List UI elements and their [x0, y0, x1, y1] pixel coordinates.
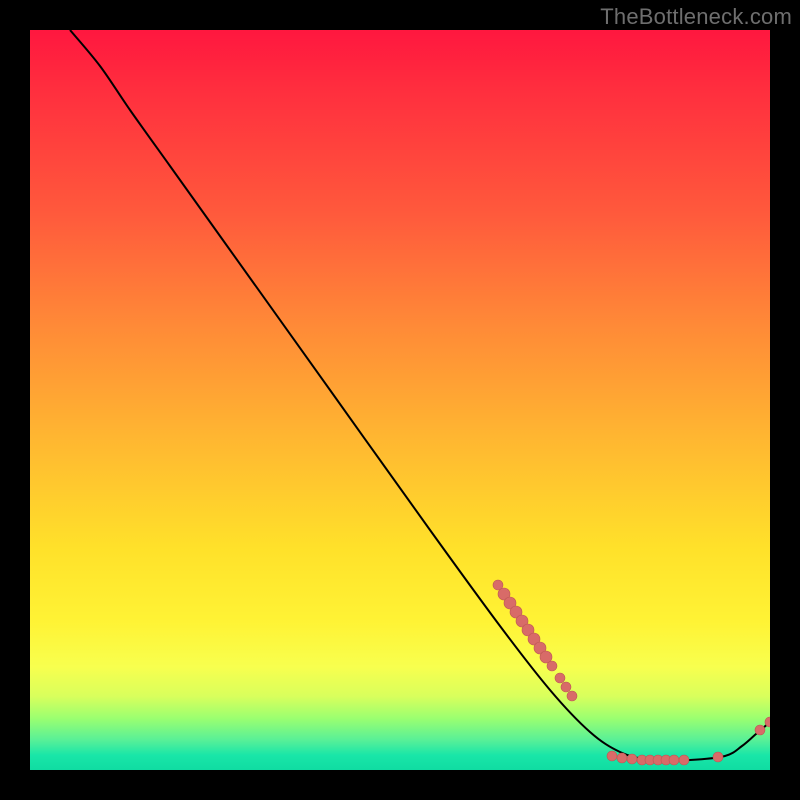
data-dot [755, 725, 765, 735]
data-dot [561, 682, 571, 692]
chart-svg [30, 30, 770, 770]
data-dot [679, 755, 689, 765]
data-dot [627, 754, 637, 764]
data-dot [617, 753, 627, 763]
plot-area [30, 30, 770, 770]
data-dot [547, 661, 557, 671]
data-dot [713, 752, 723, 762]
data-dot [555, 673, 565, 683]
watermark-text: TheBottleneck.com [600, 4, 792, 30]
data-dot [607, 751, 617, 761]
data-dot [669, 755, 679, 765]
chart-stage: TheBottleneck.com [0, 0, 800, 800]
data-dot [567, 691, 577, 701]
bottleneck-curve [70, 30, 770, 761]
